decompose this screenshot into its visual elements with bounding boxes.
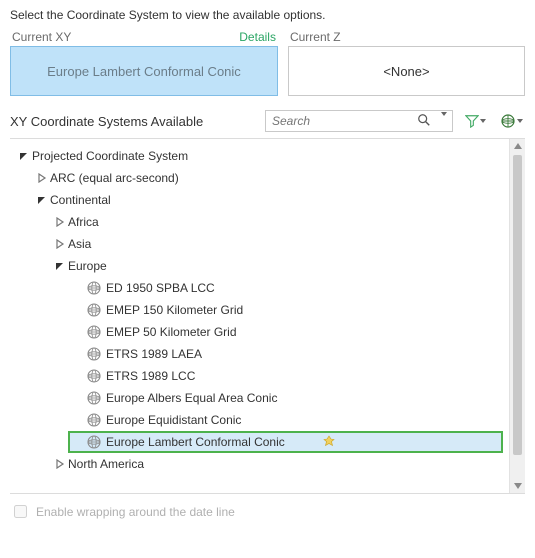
- scroll-down-icon[interactable]: [510, 479, 525, 493]
- tree-node-europe[interactable]: Europe: [14, 255, 507, 277]
- scrollbar-thumb[interactable]: [513, 155, 522, 455]
- pin-icon[interactable]: [323, 435, 335, 450]
- tree-leaf[interactable]: Europe Albers Equal Area Conic: [14, 387, 507, 409]
- globe-tool-icon: [500, 113, 516, 129]
- details-link[interactable]: Details: [239, 30, 276, 44]
- tree-leaf-selected[interactable]: Europe Lambert Conformal Conic: [14, 431, 507, 453]
- globe-icon: [86, 434, 102, 450]
- current-row: Current XY Details Europe Lambert Confor…: [10, 30, 525, 96]
- available-header-row: XY Coordinate Systems Available: [10, 110, 525, 132]
- caret-down-icon: [18, 150, 30, 162]
- tree-leaf[interactable]: EMEP 50 Kilometer Grid: [14, 321, 507, 343]
- tree-leaf[interactable]: ED 1950 SPBA LCC: [14, 277, 507, 299]
- coordinate-system-tree: Projected Coordinate System ARC (equal a…: [14, 145, 507, 475]
- current-z-label: Current Z: [290, 30, 341, 44]
- tree-node-africa[interactable]: Africa: [14, 211, 507, 233]
- globe-icon: [86, 280, 102, 296]
- globe-icon: [86, 368, 102, 384]
- filter-icon: [465, 114, 479, 128]
- search-dropdown-icon[interactable]: [441, 116, 447, 130]
- wrap-label: Enable wrapping around the date line: [36, 505, 235, 519]
- globe-icon: [86, 302, 102, 318]
- globe-icon: [86, 412, 102, 428]
- current-z-value: <None>: [383, 64, 429, 79]
- tree-node-arc[interactable]: ARC (equal arc-second): [14, 167, 507, 189]
- caret-right-icon: [54, 238, 66, 250]
- current-z-box[interactable]: <None>: [288, 46, 525, 96]
- current-xy-value: Europe Lambert Conformal Conic: [47, 64, 241, 79]
- footer-row: Enable wrapping around the date line: [10, 502, 525, 521]
- globe-icon: [86, 346, 102, 362]
- tree-leaf[interactable]: EMEP 150 Kilometer Grid: [14, 299, 507, 321]
- caret-down-icon: [54, 260, 66, 272]
- current-xy-column: Current XY Details Europe Lambert Confor…: [10, 30, 278, 96]
- chevron-down-icon: [480, 119, 486, 123]
- tree-node-north-america[interactable]: North America: [14, 453, 507, 475]
- tree-leaf[interactable]: Europe Equidistant Conic: [14, 409, 507, 431]
- tree-node-asia[interactable]: Asia: [14, 233, 507, 255]
- tree-node-continental[interactable]: Continental: [14, 189, 507, 211]
- scroll-up-icon[interactable]: [510, 139, 525, 153]
- add-coordinate-system-button[interactable]: [497, 110, 525, 132]
- filter-button[interactable]: [461, 110, 489, 132]
- search-icon[interactable]: [417, 113, 431, 130]
- caret-right-icon: [54, 458, 66, 470]
- caret-right-icon: [36, 172, 48, 184]
- caret-down-icon: [36, 194, 48, 206]
- chevron-down-icon: [517, 119, 523, 123]
- available-title: XY Coordinate Systems Available: [10, 114, 203, 129]
- tree-leaf-selected-row: Europe Lambert Conformal Conic: [14, 431, 507, 453]
- tree-scrollbar[interactable]: [509, 139, 525, 493]
- tree-node-projected[interactable]: Projected Coordinate System: [14, 145, 507, 167]
- search-wrap: [265, 110, 453, 132]
- current-z-column: Current Z <None>: [288, 30, 525, 96]
- current-xy-label: Current XY: [12, 30, 71, 44]
- current-xy-box[interactable]: Europe Lambert Conformal Conic: [10, 46, 278, 96]
- caret-right-icon: [54, 216, 66, 228]
- tree-leaf[interactable]: ETRS 1989 LAEA: [14, 343, 507, 365]
- tree-leaf[interactable]: ETRS 1989 LCC: [14, 365, 507, 387]
- globe-icon: [86, 390, 102, 406]
- tree-container: Projected Coordinate System ARC (equal a…: [10, 138, 525, 494]
- globe-icon: [86, 324, 102, 340]
- instruction-text: Select the Coordinate System to view the…: [10, 8, 525, 22]
- wrap-checkbox[interactable]: [14, 505, 27, 518]
- coordinate-system-panel: Select the Coordinate System to view the…: [0, 0, 535, 558]
